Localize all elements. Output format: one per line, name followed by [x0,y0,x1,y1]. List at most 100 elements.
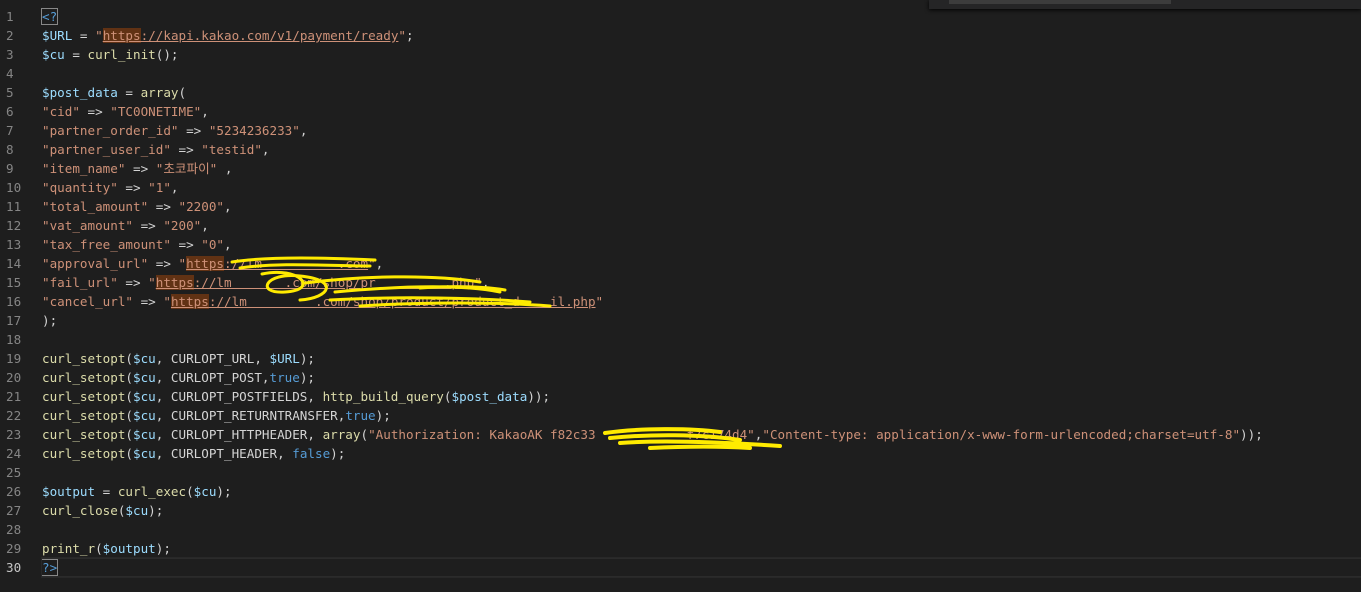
token-punct: ; [406,28,414,43]
token-punct: (); [155,47,179,62]
code-line-4[interactable] [42,64,1361,83]
token-function: curl_setopt [42,446,126,461]
url-scheme-link[interactable]: https [186,256,225,271]
token-string: "cancel_url" [42,294,133,309]
token-punct: ); [148,503,164,518]
token-punct: ( [125,446,133,461]
token-punct: , [481,275,490,290]
token-keyword: true [269,370,300,385]
code-line-21[interactable]: curl_setopt($cu, CURLOPT_POSTFIELDS, htt… [42,387,1361,406]
url-link[interactable]: ://kapi.kakao.com/v1/payment/ready [141,28,399,43]
code-line-17[interactable]: ); [42,311,1361,330]
token-variable: $post_data [451,389,528,404]
line-number: 22 [6,408,22,423]
token-punct: ( [125,370,133,385]
php-close-tag: ?> [40,559,59,576]
code-line-24[interactable]: curl_setopt($cu, CURLOPT_HEADER, false); [42,444,1361,463]
token-constant: , CURLOPT_URL, [155,351,270,366]
token-operator: => [133,294,164,309]
line-number: 3 [6,47,14,62]
line-number: 21 [6,389,22,404]
code-line-26[interactable]: $output = curl_exec($cu); [42,482,1361,501]
token-variable: $URL [269,351,300,366]
token-punct: , [261,142,270,157]
token-punct: ( [186,484,194,499]
code-line-2[interactable]: $URL = "https://kapi.kakao.com/v1/paymen… [42,26,1361,45]
line-number: 14 [6,256,22,271]
token-function: http_build_query [322,389,444,404]
line-number: 5 [6,85,14,100]
current-line-highlight [42,558,1361,577]
token-operator: => [117,275,149,290]
token-operator: => [117,180,149,195]
token-punct: , [224,199,232,214]
token-operator: => [170,237,202,252]
code-line-30[interactable]: ?> [40,557,1361,578]
code-line-11[interactable]: "total_amount" => "2200", [42,197,1361,216]
token-punct: )); [1240,427,1263,442]
token-function: array [140,85,179,100]
token-variable: $output [42,484,96,499]
token-operator: = [64,47,88,62]
url-link[interactable]: ://lm .com [224,256,368,271]
code-line-20[interactable]: curl_setopt($cu, CURLOPT_POST,true); [42,368,1361,387]
token-constant: , CURLOPT_POSTFIELDS, [155,389,323,404]
line-number: 15 [6,275,22,290]
code-area[interactable]: <? $URL = "https://kapi.kakao.com/v1/pay… [40,7,1361,578]
token-string: "Content-type: application/x-www-form-ur… [762,427,1241,442]
code-line-18[interactable] [42,330,1361,349]
code-line-16[interactable]: "cancel_url" => "https://lm .com/shop/pr… [42,292,1361,311]
code-line-1[interactable]: <? [40,7,1361,26]
code-line-27[interactable]: curl_close($cu); [42,501,1361,520]
token-variable: $cu [133,370,156,385]
token-variable: $cu [133,446,156,461]
url-scheme-link[interactable]: https [155,275,194,290]
code-line-6[interactable]: "cid" => "TC0ONETIME", [42,102,1361,121]
code-line-22[interactable]: curl_setopt($cu, CURLOPT_RETURNTRANSFER,… [42,406,1361,425]
line-number: 4 [6,66,14,81]
url-scheme-link[interactable]: https [170,294,209,309]
code-editor[interactable]: 1 2 3 4 5 6 7 8 9 10 11 12 13 14 15 16 17 18 19 20 21 22 23 24 2… [0,0,1361,592]
line-number: 16 [6,294,22,309]
code-line-8[interactable]: "partner_user_id" => "testid", [42,140,1361,159]
line-number: 9 [6,161,14,176]
code-line-10[interactable]: "quantity" => "1", [42,178,1361,197]
token-punct: ); [375,408,391,423]
token-punct: ); [42,313,58,328]
token-string: "partner_user_id" [42,142,171,157]
token-punct: ( [125,427,133,442]
url-scheme-link[interactable]: https [102,28,141,43]
code-line-28[interactable] [42,520,1361,539]
code-line-9[interactable]: "item_name" => "초코파이" , [42,159,1361,178]
line-number: 8 [6,142,14,157]
code-line-5[interactable]: $post_data = array( [42,83,1361,102]
find-input[interactable] [949,0,1171,4]
token-variable: $cu [133,351,156,366]
token-quote: " [163,294,171,309]
code-line-23[interactable]: curl_setopt($cu, CURLOPT_HTTPHEADER, arr… [42,425,1361,444]
code-line-15[interactable]: "fail_url" => "https://lm .com/shop/pr .… [42,273,1361,292]
token-punct: , [201,104,209,119]
find-widget[interactable] [929,0,1361,9]
token-quote: " [474,275,482,290]
token-punct: , [375,256,384,271]
code-line-14[interactable]: "approval_url" => "https://lm .com", [42,254,1361,273]
token-variable: $cu [42,47,65,62]
code-line-13[interactable]: "tax_free_amount" => "0", [42,235,1361,254]
code-line-29[interactable]: print_r($output); [42,539,1361,558]
code-line-25[interactable] [42,463,1361,482]
token-constant: , CURLOPT_POST, [155,370,270,385]
code-line-12[interactable]: "vat_amount" => "200", [42,216,1361,235]
code-line-3[interactable]: $cu = curl_init(); [42,45,1361,64]
code-line-7[interactable]: "partner_order_id" => "5234236233", [42,121,1361,140]
token-function: curl_setopt [42,408,126,423]
token-punct: ); [216,484,232,499]
token-variable: $cu [133,408,156,423]
token-constant: , CURLOPT_RETURNTRANSFER, [155,408,346,423]
line-number: 25 [6,465,22,480]
url-link[interactable]: ://lm .com/shop/pr .php [194,275,475,290]
token-string: "1" [148,180,171,195]
url-link[interactable]: ://lm .com/shop/product/product_d il.php [209,294,596,309]
code-line-19[interactable]: curl_setopt($cu, CURLOPT_URL, $URL); [42,349,1361,368]
token-punct: ); [155,541,171,556]
